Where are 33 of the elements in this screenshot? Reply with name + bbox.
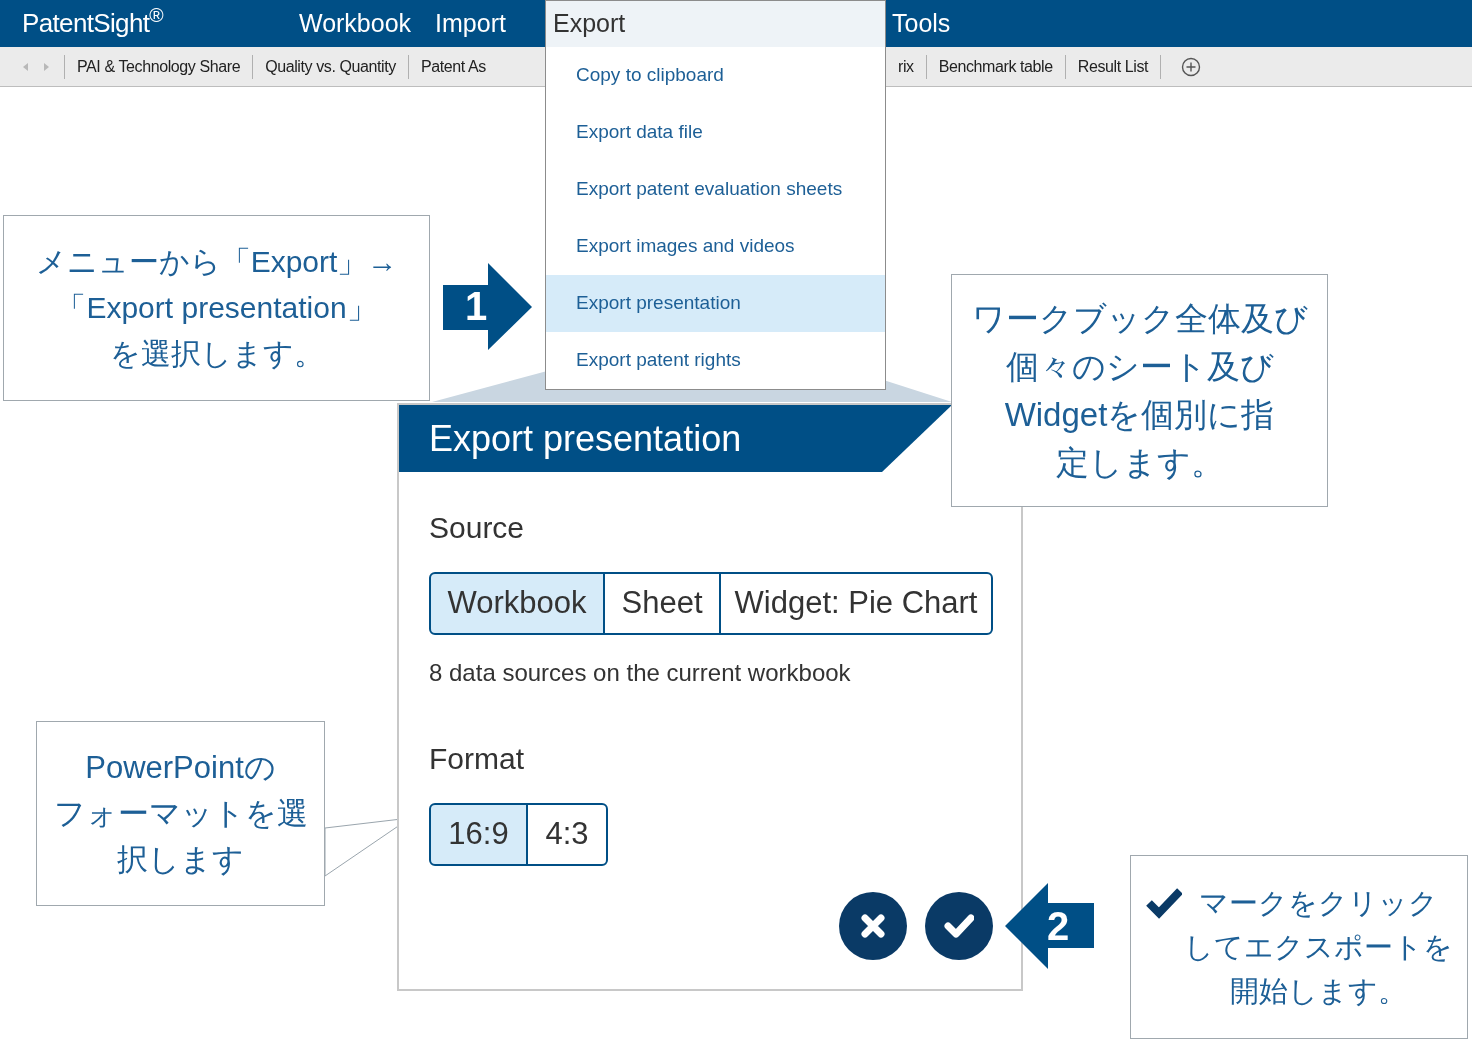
sheet-tab[interactable]: PAI & Technology Share [65,50,253,83]
check-icon [1145,887,1182,919]
close-icon [858,911,888,941]
menu-bar-item[interactable]: Tools [892,4,951,43]
sheet-tab[interactable]: Benchmark table [926,51,1065,83]
add-tab-icon[interactable] [1181,57,1202,77]
dialog-title: Export presentation [399,405,952,472]
section-label: Source [429,510,526,546]
menu-bar-item[interactable]: Workbook [299,4,412,43]
format-option[interactable]: 16:9 [429,803,528,866]
source-option[interactable]: Workbook [429,572,605,635]
sheet-tab[interactable]: Quality vs. Quantity [253,50,408,83]
section-label: Format [429,741,525,777]
sheet-tab[interactable]: Result List [1065,51,1161,83]
source-option[interactable]: Widget: Pie Chart [719,572,993,635]
callout-text: PowerPointの フォーマットを選 択します [53,748,308,879]
callout-text: マークをクリック してエクスポートを 開始します。 [1183,886,1453,1009]
sheet-tab[interactable]: Patent As [408,50,498,83]
callout-text: ワークブック全体及び 個々のシート及び Widgetを個別に指 定します。 [971,298,1308,483]
step-number: 1 [465,283,488,329]
menu-bar-item[interactable]: Import [435,4,506,43]
source-note: 8 data sources on the current workbook [429,658,852,688]
callout-text: メニューから「Export」→ 「Export presentation」 を選択します。 [35,244,398,372]
format-option[interactable]: 4:3 [526,803,608,866]
menu-bar-item[interactable]: Export [553,5,626,43]
step-number: 2 [1047,903,1070,949]
step-arrow-icon [1005,883,1094,970]
menu-item[interactable]: Export presentation [546,275,885,332]
app-logo: PatentSight$^{®}$ [22,4,165,40]
check-icon [944,911,974,941]
source-option[interactable]: Sheet [603,572,721,635]
sheet-tab[interactable]: rix [886,51,926,83]
step-arrow-icon [443,263,532,350]
